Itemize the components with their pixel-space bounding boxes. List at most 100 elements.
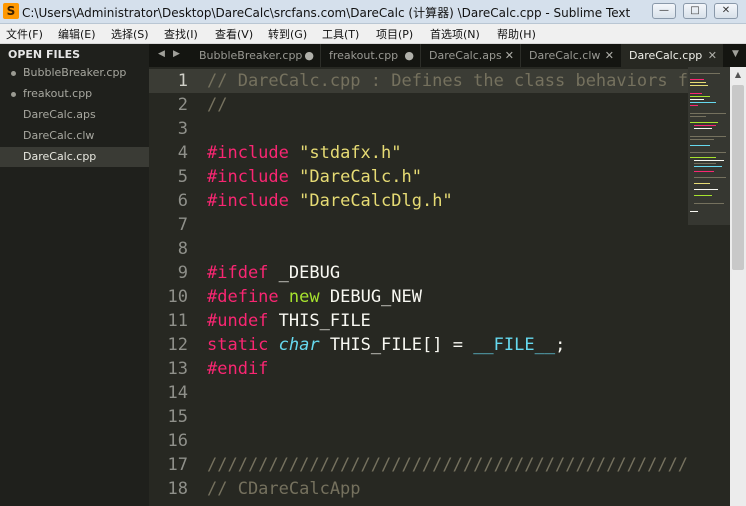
maximize-button[interactable]: □ [683, 3, 707, 19]
preprocessor-keyword: #include [207, 191, 289, 211]
line-number: 6 [177, 191, 188, 211]
code-line-13: #endif [207, 359, 268, 379]
vertical-scrollbar[interactable]: ▲ [730, 67, 746, 506]
code-editor[interactable]: 1 2 3 4 5 6 7 8 9 10 11 12 13 14 15 16 1… [149, 67, 688, 506]
minimap-line [690, 122, 718, 123]
preprocessor-keyword: #define [207, 287, 279, 307]
tab-nav-right-icon[interactable]: ▶ [173, 49, 180, 59]
string-literal: "DareCalc.h" [299, 167, 422, 187]
menu-find[interactable]: 查找(I) [164, 26, 198, 42]
close-button[interactable]: ✕ [714, 3, 738, 19]
line-number: 2 [177, 95, 188, 115]
minimap-line [694, 171, 714, 172]
preprocessor-keyword: #endif [207, 359, 269, 379]
line-number: 14 [167, 383, 188, 403]
minimap-line [690, 82, 706, 83]
tab-label: freakout.cpp [329, 49, 399, 62]
code-line-1: // DareCalc.cpp : Defines the class beha… [207, 71, 688, 91]
minimap[interactable] [688, 67, 730, 506]
scroll-up-arrow-icon[interactable]: ▲ [730, 67, 746, 83]
preprocessor-keyword: #undef [207, 311, 269, 331]
minimap-line [694, 189, 718, 190]
tab-darecalc-aps[interactable]: DareCalc.aps ✕ [421, 44, 520, 67]
minimap-viewport[interactable] [688, 67, 730, 225]
identifier: _DEBUG [278, 263, 341, 283]
tab-label: DareCalc.cpp [629, 49, 703, 62]
menu-bar: 文件(F) 编辑(E) 选择(S) 查找(I) 查看(V) 转到(G) 工具(T… [0, 24, 746, 44]
sidebar-item-label: DareCalc.cpp [23, 150, 97, 163]
minimap-line [690, 73, 720, 74]
unsaved-dot-icon[interactable]: ● [404, 44, 414, 67]
sublime-text-icon [3, 3, 19, 19]
tab-freakout[interactable]: freakout.cpp ● [321, 44, 420, 67]
tab-darecalc-cpp[interactable]: DareCalc.cpp ✕ [621, 44, 723, 67]
sidebar-item-darecalc-cpp[interactable]: DareCalc.cpp [0, 147, 149, 167]
sidebar-item-darecalc-clw[interactable]: DareCalc.clw [0, 126, 149, 146]
line-number: 10 [167, 287, 188, 307]
string-literal: "stdafx.h" [299, 143, 402, 163]
scrollbar-thumb[interactable] [732, 85, 744, 270]
identifier: THIS_FILE [278, 311, 371, 331]
tab-bar: ◀ ▶ BubbleBreaker.cpp ● freakout.cpp ● D… [149, 44, 746, 67]
sidebar-item-darecalc-aps[interactable]: DareCalc.aps [0, 105, 149, 125]
menu-tools[interactable]: 工具(T) [322, 26, 359, 42]
sidebar-item-freakout[interactable]: freakout.cpp [0, 84, 149, 104]
minimap-line [690, 211, 698, 212]
minimap-line [694, 195, 712, 196]
menu-edit[interactable]: 编辑(E) [58, 26, 96, 42]
line-number: 15 [167, 407, 188, 427]
window-title: C:\Users\Administrator\Desktop\DareCalc\… [22, 6, 631, 20]
code-line-17: ////////////////////////////////////////… [207, 455, 688, 475]
close-tab-icon[interactable]: ✕ [505, 44, 514, 67]
minimap-line [690, 136, 726, 137]
minimap-line [694, 203, 724, 204]
code-line-9: #ifdef _DEBUG [207, 263, 340, 283]
minimap-line [690, 152, 726, 153]
tab-darecalc-clw[interactable]: DareCalc.clw ✕ [521, 44, 620, 67]
code-line-12: static char THIS_FILE[] = __FILE__; [207, 335, 565, 355]
menu-help[interactable]: 帮助(H) [497, 26, 536, 42]
minimap-line [694, 183, 710, 184]
code-line-11: #undef THIS_FILE [207, 311, 371, 331]
line-number: 17 [167, 455, 188, 475]
menu-view[interactable]: 查看(V) [215, 26, 253, 42]
minimap-line [694, 163, 716, 164]
menu-project[interactable]: 项目(P) [376, 26, 413, 42]
minimap-line [690, 145, 710, 146]
line-number: 11 [167, 311, 188, 331]
tab-label: DareCalc.aps [429, 49, 502, 62]
sidebar-item-bubblebreaker[interactable]: BubbleBreaker.cpp [0, 63, 149, 83]
line-number: 18 [167, 479, 188, 499]
close-tab-icon[interactable]: ✕ [605, 44, 614, 67]
close-tab-icon[interactable]: ✕ [708, 44, 717, 67]
tab-bubblebreaker[interactable]: BubbleBreaker.cpp ● [191, 44, 320, 67]
minimap-line [690, 93, 702, 94]
tab-nav-left-icon[interactable]: ◀ [158, 49, 165, 59]
tab-label: DareCalc.clw [529, 49, 601, 62]
menu-selection[interactable]: 选择(S) [111, 26, 149, 42]
menu-preferences[interactable]: 首选项(N) [430, 26, 480, 42]
sidebar-item-label: DareCalc.aps [23, 108, 96, 121]
line-number: 13 [167, 359, 188, 379]
tab-list-dropdown-icon[interactable]: ▼ [732, 49, 739, 59]
line-number: 3 [177, 119, 188, 139]
preprocessor-keyword: #include [207, 167, 289, 187]
unsaved-dot-icon[interactable]: ● [304, 44, 314, 67]
minimize-button[interactable]: — [652, 3, 676, 19]
title-bar: C:\Users\Administrator\Desktop\DareCalc\… [0, 0, 746, 24]
code-line-2: // [207, 95, 228, 115]
line-number: 16 [167, 431, 188, 451]
menu-file[interactable]: 文件(F) [6, 26, 43, 42]
minimap-line [694, 177, 726, 178]
sidebar: OPEN FILES BubbleBreaker.cpp freakout.cp… [0, 44, 149, 506]
minimap-line [694, 125, 716, 126]
minimap-line [690, 139, 714, 140]
code-line-5: #include "DareCalc.h" [207, 167, 422, 187]
line-number: 4 [177, 143, 188, 163]
menu-goto[interactable]: 转到(G) [268, 26, 307, 42]
string-literal: "DareCalcDlg.h" [299, 191, 453, 211]
sidebar-item-label: freakout.cpp [23, 87, 93, 100]
minimap-line [690, 105, 698, 106]
minimap-line [694, 128, 712, 129]
builtin-constant: __FILE__ [473, 335, 556, 355]
